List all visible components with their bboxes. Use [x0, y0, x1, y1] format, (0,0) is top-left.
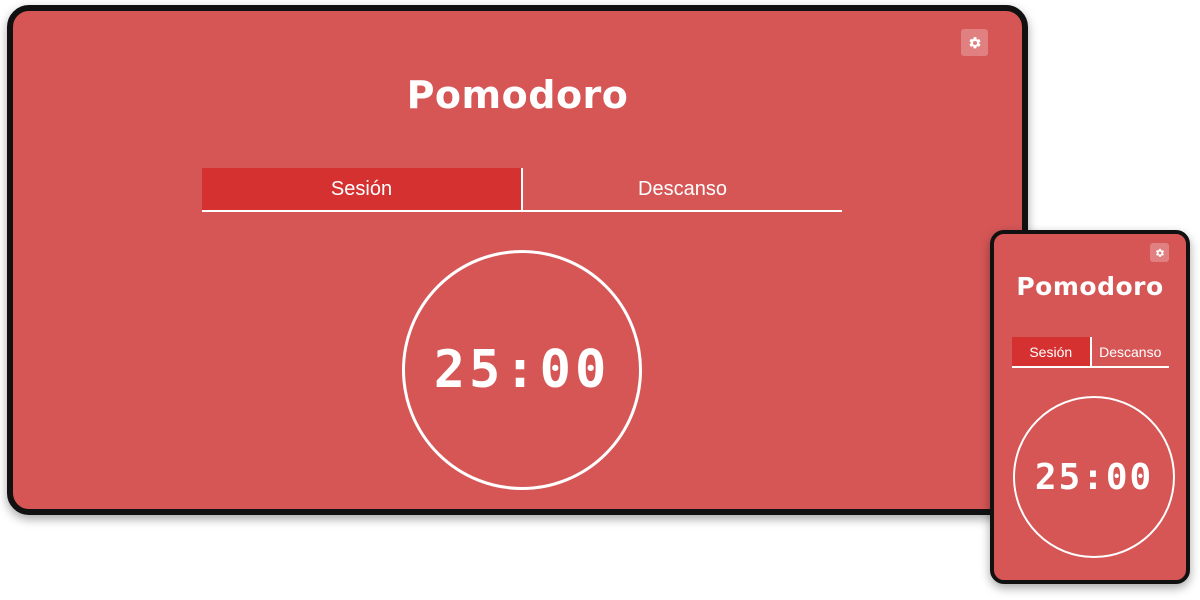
mobile-preview: Pomodoro Sesión Descanso 25:00	[990, 230, 1190, 584]
mode-tabs: Sesión Descanso	[202, 168, 842, 212]
timer-display: 25:00	[1034, 456, 1154, 498]
settings-button[interactable]	[1150, 243, 1169, 262]
timer-circle[interactable]: 25:00	[402, 250, 642, 490]
tab-break[interactable]: Descanso	[1089, 337, 1170, 366]
tab-session[interactable]: Sesión	[202, 168, 521, 210]
page-title: Pomodoro	[406, 73, 629, 117]
page-title: Pomodoro	[1016, 272, 1164, 301]
timer-circle[interactable]: 25:00	[1013, 396, 1175, 558]
tab-session[interactable]: Sesión	[1012, 337, 1090, 366]
timer-display: 25:00	[433, 340, 611, 400]
desktop-preview: Pomodoro Sesión Descanso 25:00	[7, 5, 1028, 515]
tab-break[interactable]: Descanso	[521, 168, 842, 210]
gear-icon	[968, 36, 982, 50]
settings-button[interactable]	[961, 29, 988, 56]
mode-tabs: Sesión Descanso	[1012, 337, 1169, 368]
gear-icon	[1155, 248, 1165, 258]
